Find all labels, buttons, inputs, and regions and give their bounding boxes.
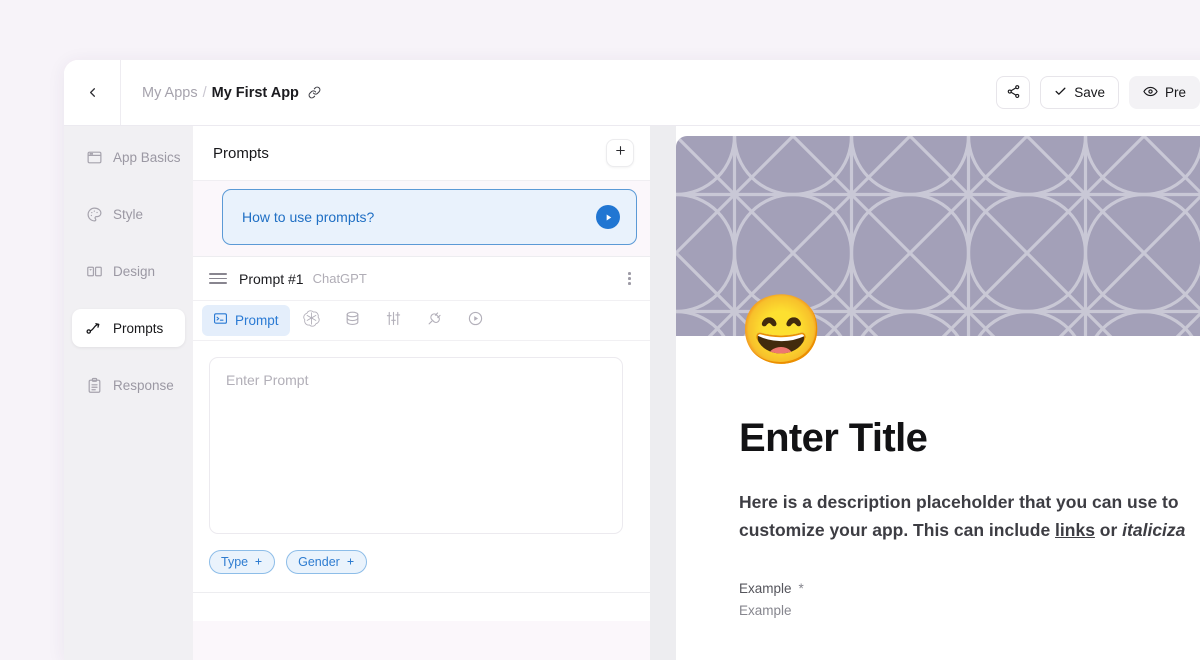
- field-label-text: Example: [739, 581, 792, 597]
- layout-icon: [85, 262, 103, 280]
- share-icon: [1006, 84, 1021, 102]
- breadcrumb-root[interactable]: My Apps: [142, 85, 198, 101]
- preview-sheet: 😄 Enter Title Here is a description plac…: [676, 126, 1200, 660]
- how-to-use-prompts-banner[interactable]: How to use prompts?: [222, 189, 637, 245]
- preview-content: Enter Title Here is a description placeh…: [739, 416, 1200, 618]
- chevron-left-icon: [85, 85, 100, 100]
- terminal-icon: [213, 311, 228, 331]
- top-bar: My Apps / My First App Save Pre: [64, 60, 1200, 126]
- prompt-input-wrap: Enter Prompt: [193, 341, 650, 534]
- form-field-value: Example: [739, 603, 792, 619]
- tab-run[interactable]: [456, 305, 495, 336]
- openai-icon: [302, 309, 320, 332]
- check-icon: [1054, 85, 1067, 101]
- page-title: Prompts: [213, 144, 269, 162]
- preview-pane: 😄 Enter Title Here is a description plac…: [650, 126, 1200, 660]
- sidebar-item-design[interactable]: Design: [72, 252, 185, 290]
- play-circle-icon[interactable]: [596, 205, 620, 229]
- sidebar-item-label: Response: [113, 377, 174, 393]
- chip-gender[interactable]: Gender: [286, 550, 367, 574]
- required-marker: *: [798, 581, 804, 597]
- play-circle-icon: [467, 310, 484, 332]
- database-icon: [344, 310, 361, 332]
- prompt-card-model: ChatGPT: [312, 271, 367, 286]
- desc-link[interactable]: links: [1055, 520, 1095, 540]
- banner-label: How to use prompts?: [242, 209, 375, 225]
- sidebar-item-label: Design: [113, 263, 156, 279]
- tab-prompt[interactable]: Prompt: [202, 305, 290, 336]
- app-window: My Apps / My First App Save Pre App Basi…: [64, 60, 1200, 660]
- next-prompt-card-peek[interactable]: [193, 593, 650, 621]
- sidebar: App Basics Style Design Prompts Response: [64, 126, 193, 660]
- sidebar-item-response[interactable]: Response: [72, 366, 185, 404]
- prompt-flow-icon: [85, 319, 103, 337]
- plus-icon: [254, 555, 263, 569]
- preview-button[interactable]: Pre: [1128, 76, 1200, 109]
- plus-icon: [346, 555, 355, 569]
- preview-button-label: Pre: [1164, 85, 1186, 100]
- prompt-card-title: Prompt #1: [239, 270, 304, 287]
- chip-type[interactable]: Type: [209, 550, 276, 574]
- desc-line-2a: customize your app. This can include: [739, 519, 1056, 540]
- chip-label: Gender: [298, 555, 340, 569]
- app-emoji-avatar: 😄: [739, 292, 824, 368]
- prompt-variable-chips: Type Gender: [193, 534, 650, 574]
- sliders-icon: [385, 310, 402, 332]
- plus-icon: [614, 144, 627, 162]
- sidebar-item-app-basics[interactable]: App Basics: [72, 138, 185, 176]
- prompts-panel: Prompts How to use prompts? Prompt #1 Ch…: [193, 126, 650, 660]
- desc-italic: italiciza: [1122, 519, 1186, 540]
- prompt-input[interactable]: Enter Prompt: [209, 357, 623, 534]
- plug-icon: [426, 310, 443, 332]
- save-button-label: Save: [1074, 85, 1105, 100]
- drag-handle-icon[interactable]: [209, 273, 227, 284]
- tab-database[interactable]: [333, 305, 372, 336]
- share-button[interactable]: [996, 76, 1031, 109]
- clipboard-icon: [85, 376, 103, 394]
- add-prompt-button[interactable]: [606, 139, 634, 167]
- preview-description: Here is a description placeholder that y…: [739, 489, 1200, 544]
- tab-settings[interactable]: [374, 305, 413, 336]
- desc-line-1: Here is a description placeholder that y…: [739, 492, 1179, 512]
- sidebar-item-label: Style: [113, 206, 144, 222]
- tab-prompt-label: Prompt: [235, 313, 279, 328]
- sidebar-item-style[interactable]: Style: [72, 195, 185, 233]
- breadcrumb-separator: /: [202, 84, 207, 101]
- sidebar-item-prompts[interactable]: Prompts: [72, 309, 185, 347]
- prompt-card-tabs: Prompt: [193, 301, 650, 341]
- save-button[interactable]: Save: [1040, 76, 1119, 109]
- more-vertical-icon[interactable]: [624, 268, 635, 289]
- preview-title: Enter Title: [739, 416, 928, 460]
- back-button[interactable]: [64, 60, 121, 125]
- breadcrumb: My Apps / My First App: [142, 85, 321, 101]
- window-icon: [85, 148, 103, 166]
- desc-line-2b: or: [1094, 519, 1123, 540]
- link-icon[interactable]: [308, 86, 321, 99]
- tab-openai[interactable]: [292, 305, 331, 336]
- prompts-panel-header: Prompts: [193, 126, 650, 181]
- form-field-label: Example *: [739, 581, 1200, 596]
- sidebar-item-label: Prompts: [113, 320, 164, 336]
- palette-icon: [85, 205, 103, 223]
- chip-label: Type: [221, 555, 249, 569]
- eye-icon: [1143, 84, 1158, 102]
- prompt-card: Prompt #1 ChatGPT Prompt Enter Prompt Ty…: [193, 256, 650, 621]
- breadcrumb-current: My First App: [211, 84, 299, 101]
- prompt-card-header: Prompt #1 ChatGPT: [193, 257, 650, 301]
- topbar-actions: Save Pre: [996, 76, 1200, 109]
- sidebar-item-label: App Basics: [113, 149, 181, 165]
- tab-integrations[interactable]: [415, 305, 454, 336]
